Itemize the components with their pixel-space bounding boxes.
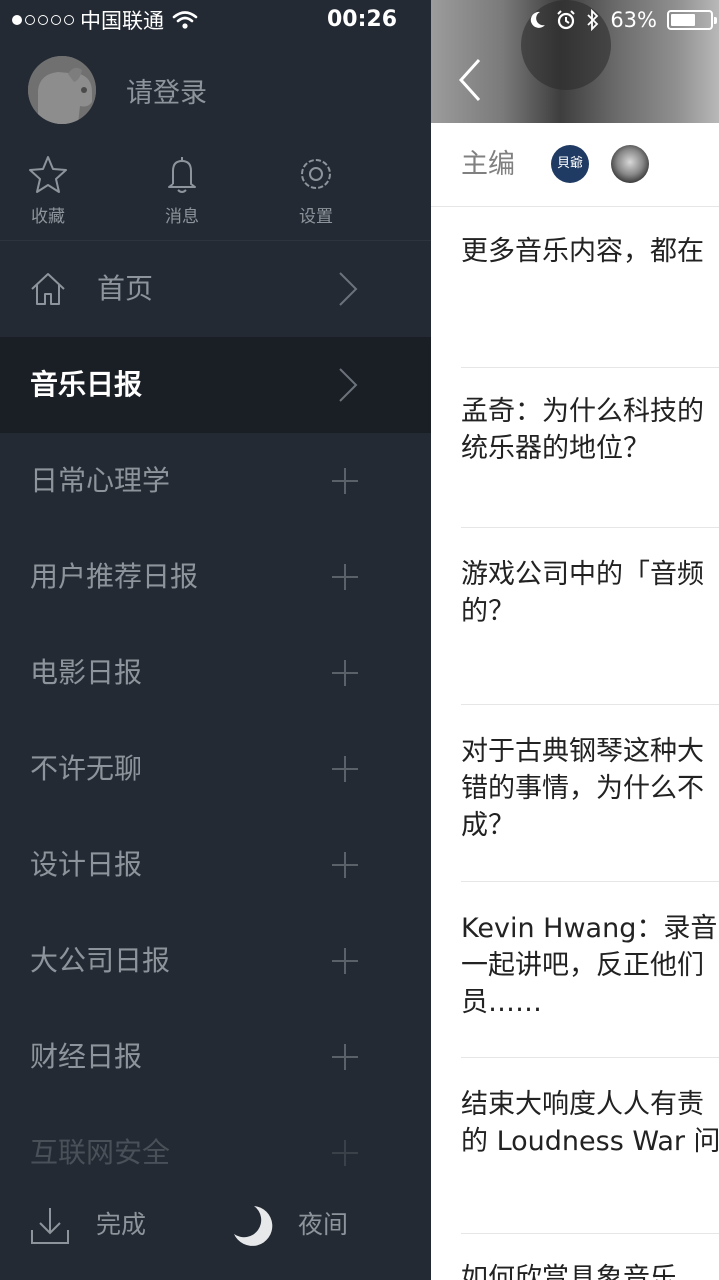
signal-strength-icon — [12, 15, 74, 25]
nav-label: 财经日报 — [30, 1040, 143, 1073]
content-panel: 63% 主编 貝爺 更多音乐内容，都在 孟奇：为什么科技的 统乐器的地位？ 游戏… — [431, 0, 719, 1280]
download-label[interactable]: 完成 — [96, 1180, 146, 1270]
status-time: 00:26 — [326, 7, 398, 32]
nav-item-design-daily[interactable]: 设计日报 — [0, 817, 431, 913]
avatar[interactable] — [28, 56, 96, 124]
article-item[interactable]: 如何欣赏具象音乐 — [461, 1234, 719, 1280]
article-item[interactable]: 对于古典钢琴这种大 错的事情，为什么不 成？ — [461, 705, 719, 882]
article-title: 如何欣赏具象音乐 — [461, 1263, 677, 1280]
login-prompt[interactable]: 请登录 — [126, 71, 207, 110]
editor-avatar[interactable] — [611, 145, 649, 183]
article-item[interactable]: 游戏公司中的「音频 的？ — [461, 528, 719, 705]
nav-label: 设计日报 — [30, 848, 143, 881]
settings-label: 设置 — [299, 207, 333, 227]
nav-item-psychology[interactable]: 日常心理学 — [0, 433, 431, 529]
star-icon — [29, 156, 67, 193]
battery-icon — [667, 10, 717, 30]
home-icon — [31, 273, 65, 305]
quick-actions: 收藏 消息 设置 — [0, 150, 431, 240]
plus-icon[interactable] — [331, 851, 359, 879]
plus-icon[interactable] — [331, 659, 359, 687]
bluetooth-icon — [587, 9, 599, 31]
plus-icon[interactable] — [331, 1043, 359, 1071]
article-item[interactable]: 结束大响度人人有责 的 Loudness War 问 — [461, 1058, 719, 1234]
nav-label: 首页 — [97, 272, 154, 305]
nav-label: 用户推荐日报 — [30, 560, 199, 593]
article-title: Kevin Hwang：录音 一起讲吧，反正他们 员…… — [461, 913, 718, 1018]
carrier-name: 中国联通 — [80, 9, 164, 33]
article-item[interactable]: Kevin Hwang：录音 一起讲吧，反正他们 员…… — [461, 882, 719, 1058]
side-drawer: 中国联通 00:26 请登录 收藏 消息 设置 首页 音乐日报 日常心理学 用户… — [0, 0, 431, 1280]
status-bar-left: 中国联通 — [12, 4, 198, 36]
nav-label: 日常心理学 — [30, 464, 171, 497]
back-arrow-icon[interactable] — [457, 58, 483, 102]
editor-avatar[interactable]: 貝爺 — [551, 145, 589, 183]
article-title: 孟奇：为什么科技的 统乐器的地位？ — [461, 396, 704, 464]
gear-icon — [301, 159, 331, 189]
article-title: 结束大响度人人有责 的 Loudness War 问 — [461, 1089, 719, 1157]
chevron-right-icon — [339, 272, 358, 306]
nav-item-no-boredom[interactable]: 不许无聊 — [0, 721, 431, 817]
editor-label: 主编 — [461, 149, 515, 180]
article-title: 更多音乐内容，都在 — [461, 236, 704, 267]
messages-label: 消息 — [165, 207, 199, 227]
plus-icon[interactable] — [331, 755, 359, 783]
nav-label: 电影日报 — [30, 656, 143, 689]
favorites-label: 收藏 — [31, 207, 65, 227]
profile-row[interactable]: 请登录 — [28, 56, 207, 124]
download-icon[interactable] — [30, 1206, 70, 1246]
favorites-button[interactable]: 收藏 — [0, 150, 96, 227]
nav-label: 大公司日报 — [30, 944, 171, 977]
moon-icon[interactable] — [230, 1204, 274, 1248]
chevron-right-icon — [339, 368, 358, 402]
article-title: 对于古典钢琴这种大 错的事情，为什么不 成？ — [461, 736, 704, 841]
dog-avatar-icon — [28, 56, 96, 124]
nav-item-music-daily[interactable]: 音乐日报 — [0, 337, 431, 433]
editor-bar[interactable]: 主编 貝爺 — [431, 123, 719, 207]
wifi-icon — [172, 11, 198, 29]
article-title: 游戏公司中的「音频 的？ — [461, 559, 704, 627]
nav-item-movie-daily[interactable]: 电影日报 — [0, 625, 431, 721]
alarm-icon — [557, 10, 576, 30]
nav-item-finance-daily[interactable]: 财经日报 — [0, 1009, 431, 1105]
night-mode-label[interactable]: 夜间 — [298, 1180, 348, 1270]
moon-status-icon — [531, 11, 546, 28]
battery-fill — [671, 14, 695, 26]
plus-icon[interactable] — [331, 1139, 359, 1167]
plus-icon[interactable] — [331, 947, 359, 975]
article-item[interactable]: 更多音乐内容，都在 — [461, 208, 719, 368]
nav-item-home[interactable]: 首页 — [0, 241, 431, 337]
drawer-bottom-bar: 完成 夜间 — [0, 1180, 431, 1280]
nav-item-user-recommended[interactable]: 用户推荐日报 — [0, 529, 431, 625]
plus-icon[interactable] — [331, 563, 359, 591]
status-bar-right: 63% — [530, 4, 717, 36]
settings-button[interactable]: 设置 — [268, 150, 364, 227]
article-item[interactable]: 孟奇：为什么科技的 统乐器的地位？ — [461, 368, 719, 528]
nav-label: 音乐日报 — [30, 368, 143, 401]
nav-label: 不许无聊 — [30, 752, 143, 785]
header-image: 63% — [431, 0, 719, 123]
messages-button[interactable]: 消息 — [134, 150, 230, 227]
bell-icon — [168, 157, 196, 193]
plus-icon[interactable] — [331, 467, 359, 495]
nav-item-big-company-daily[interactable]: 大公司日报 — [0, 913, 431, 1009]
battery-percent: 63% — [610, 8, 657, 32]
